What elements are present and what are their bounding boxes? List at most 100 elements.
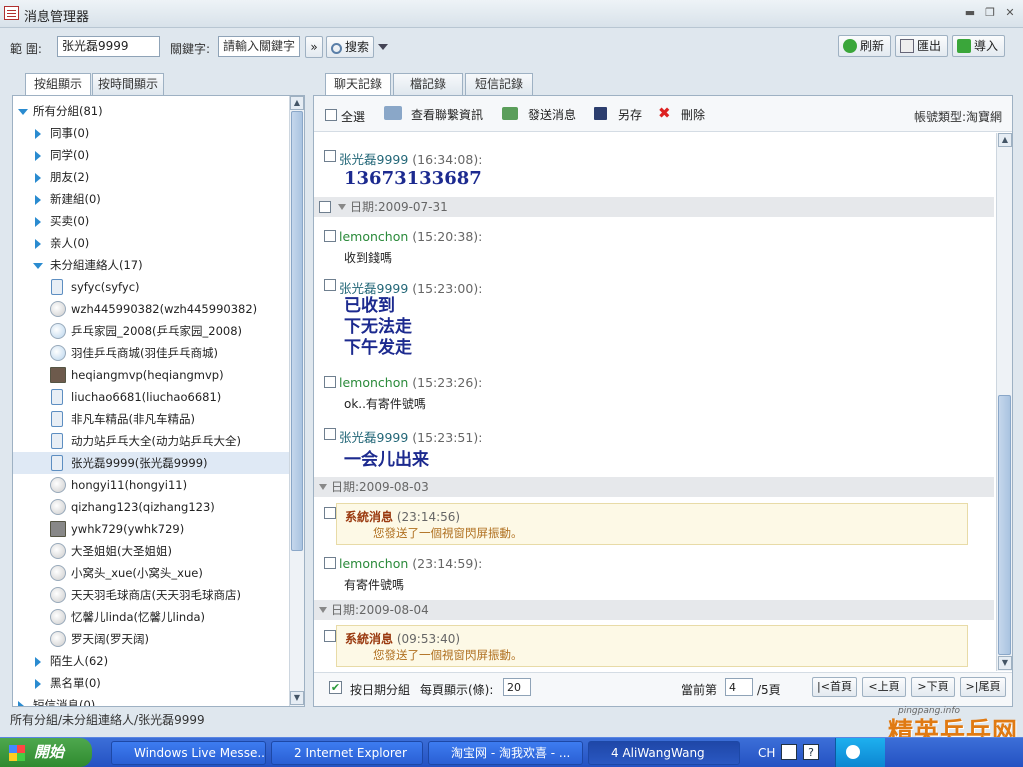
- offline-avatar-icon: [50, 631, 66, 647]
- contact-item[interactable]: 忆馨儿linda(忆馨儿linda): [13, 606, 289, 628]
- tab-chat-history[interactable]: 聊天記錄: [325, 73, 391, 96]
- group-by-date-checkbox[interactable]: ✔: [329, 681, 342, 694]
- scroll-thumb[interactable]: [291, 111, 303, 551]
- prev-page-button[interactable]: <上頁: [862, 677, 906, 697]
- first-page-button[interactable]: |<首頁: [812, 677, 857, 697]
- message-checkbox[interactable]: [324, 376, 336, 388]
- tree-group-sms[interactable]: 短信消息(0): [13, 694, 289, 706]
- contact-item[interactable]: wzh445990382(wzh445990382): [13, 298, 289, 320]
- contact-item[interactable]: 非凡车精品(非凡车精品): [13, 408, 289, 430]
- contact-item[interactable]: 羽佳乒乓商城(羽佳乒乓商城): [13, 342, 289, 364]
- refresh-button[interactable]: 刷新: [838, 35, 891, 57]
- tree-scrollbar[interactable]: ▲ ▼: [289, 96, 304, 706]
- message-checkbox[interactable]: [324, 150, 336, 162]
- contact-info-icon: [384, 106, 402, 120]
- contact-item[interactable]: liuchao6681(liuchao6681): [13, 386, 289, 408]
- collapse-icon: [18, 109, 28, 115]
- view-contact-button[interactable]: 查看聯繫資訊: [411, 106, 483, 123]
- scroll-thumb[interactable]: [998, 395, 1011, 655]
- contact-item[interactable]: hongyi11(hongyi11): [13, 474, 289, 496]
- tree-group-colleagues[interactable]: 同事(0): [13, 122, 289, 144]
- search-dropdown-icon[interactable]: [378, 44, 388, 50]
- language-indicator[interactable]: CH: [758, 746, 775, 760]
- next-page-button[interactable]: >下頁: [911, 677, 955, 697]
- ime-icon[interactable]: [781, 744, 797, 760]
- message-checkbox[interactable]: [324, 230, 336, 242]
- select-all-checkbox[interactable]: [325, 109, 337, 121]
- message-header: 张光磊9999 (15:23:51):: [339, 430, 483, 445]
- contact-item[interactable]: 大圣姐姐(大圣姐姐): [13, 540, 289, 562]
- contact-item[interactable]: syfyc(syfyc): [13, 276, 289, 298]
- tab-sms-history[interactable]: 短信記錄: [465, 73, 533, 95]
- title-bar: 消息管理器 ▬ ❐ ✕: [0, 0, 1023, 28]
- expand-button[interactable]: »: [305, 36, 323, 58]
- collapse-icon[interactable]: [338, 204, 346, 210]
- tree-group-all[interactable]: 所有分組(81): [13, 100, 289, 122]
- taskbar-item-taobao[interactable]: 淘宝网 - 淘我欢喜 - ...: [428, 741, 583, 765]
- message-checkbox[interactable]: [324, 279, 336, 291]
- scroll-up-icon[interactable]: ▲: [998, 133, 1012, 147]
- expand-icon: [35, 129, 41, 139]
- message-checkbox[interactable]: [324, 630, 336, 642]
- delete-button[interactable]: 刪除: [681, 106, 705, 123]
- app-icon: [4, 6, 19, 20]
- contact-item[interactable]: qizhang123(qizhang123): [13, 496, 289, 518]
- contact-item[interactable]: 动力站乒乓大全(动力站乒乓大全): [13, 430, 289, 452]
- keyword-input[interactable]: 請輸入關鍵字: [218, 36, 300, 57]
- start-button[interactable]: 開始: [0, 738, 92, 767]
- minimize-icon[interactable]: ▬: [962, 6, 978, 20]
- contact-item-selected[interactable]: 张光磊9999(张光磊9999): [13, 452, 289, 474]
- message-text: ok..有寄件號嗎: [344, 397, 426, 411]
- close-icon[interactable]: ✕: [1002, 6, 1018, 20]
- delete-icon: ✖: [658, 104, 671, 122]
- tree-group-strangers[interactable]: 陌生人(62): [13, 650, 289, 672]
- select-all-label[interactable]: 全選: [341, 108, 365, 125]
- tab-time-view[interactable]: 按時間顯示: [92, 73, 164, 95]
- tree-group-family[interactable]: 亲人(0): [13, 232, 289, 254]
- message-checkbox[interactable]: [324, 557, 336, 569]
- taskbar-item-messenger[interactable]: Windows Live Messe...: [111, 741, 266, 765]
- tree-group-classmates[interactable]: 同学(0): [13, 144, 289, 166]
- taskbar-item-ie[interactable]: 2 Internet Explorer: [271, 741, 423, 765]
- per-page-input[interactable]: 20: [503, 678, 531, 696]
- mobile-avatar-icon: [51, 455, 63, 471]
- send-message-button[interactable]: 發送消息: [528, 106, 576, 123]
- contact-item[interactable]: ywhk729(ywhk729): [13, 518, 289, 540]
- contact-item[interactable]: heqiangmvp(heqiangmvp): [13, 364, 289, 386]
- date-checkbox[interactable]: [319, 201, 331, 213]
- help-icon[interactable]: ?: [803, 744, 819, 760]
- message-checkbox[interactable]: [324, 507, 336, 519]
- export-button[interactable]: 匯出: [895, 35, 948, 57]
- scroll-up-icon[interactable]: ▲: [290, 96, 304, 110]
- taskbar-item-aliwangwang[interactable]: 4 AliWangWang: [588, 741, 740, 765]
- tray-arrow-icon[interactable]: [846, 745, 860, 759]
- date-divider: 日期:2009-08-04: [314, 600, 994, 620]
- tab-file-history[interactable]: 檔記錄: [393, 73, 463, 95]
- import-button[interactable]: 導入: [952, 35, 1005, 57]
- search-button[interactable]: 搜索: [326, 36, 374, 58]
- contact-item[interactable]: 乒乓家园_2008(乒乓家园_2008): [13, 320, 289, 342]
- contact-item[interactable]: 天天羽毛球商店(天天羽毛球商店): [13, 584, 289, 606]
- collapse-icon[interactable]: [319, 607, 327, 613]
- restore-icon[interactable]: ❐: [982, 6, 998, 20]
- message-header: lemonchon (15:23:26):: [339, 375, 483, 390]
- scope-input[interactable]: 张光磊9999: [57, 36, 160, 57]
- scroll-down-icon[interactable]: ▼: [290, 691, 304, 705]
- message-scrollbar[interactable]: ▲ ▼: [996, 133, 1012, 671]
- tab-group-view[interactable]: 按組顯示: [25, 73, 91, 96]
- save-as-button[interactable]: 另存: [618, 106, 642, 123]
- message-checkbox[interactable]: [324, 428, 336, 440]
- tree-group-new[interactable]: 新建組(0): [13, 188, 289, 210]
- total-pages: /5頁: [757, 683, 781, 697]
- offline-avatar-icon: [50, 565, 66, 581]
- tree-group-friends[interactable]: 朋友(2): [13, 166, 289, 188]
- tree-group-trade[interactable]: 买卖(0): [13, 210, 289, 232]
- collapse-icon[interactable]: [319, 484, 327, 490]
- last-page-button[interactable]: >|尾頁: [960, 677, 1006, 697]
- current-page-input[interactable]: 4: [725, 678, 753, 696]
- contact-item[interactable]: 罗天阔(罗天阔): [13, 628, 289, 650]
- scroll-down-icon[interactable]: ▼: [998, 656, 1012, 670]
- contact-item[interactable]: 小窝头_xue(小窝头_xue): [13, 562, 289, 584]
- tree-group-ungrouped[interactable]: 未分組連絡人(17): [13, 254, 289, 276]
- tree-group-blacklist[interactable]: 黑名單(0): [13, 672, 289, 694]
